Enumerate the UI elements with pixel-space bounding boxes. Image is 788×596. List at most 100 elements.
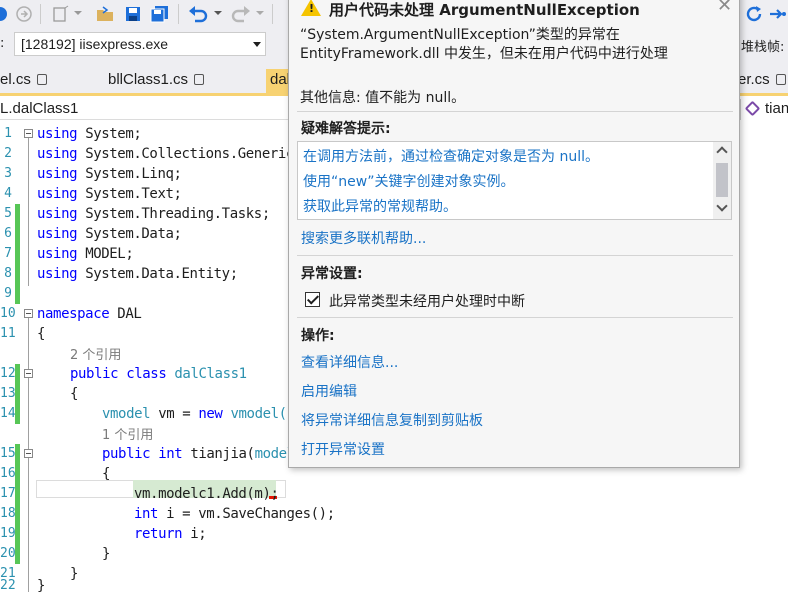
tab-label: bllClass1.cs <box>108 71 189 88</box>
keyword: return <box>134 526 183 542</box>
refresh-icon[interactable] <box>744 3 766 25</box>
undo-icon[interactable] <box>186 3 210 25</box>
lock-icon <box>194 74 205 85</box>
keyword: using <box>37 206 78 222</box>
line-number: 5 <box>4 206 12 221</box>
navigate-forward-icon[interactable] <box>14 3 34 25</box>
code-text: System; <box>85 126 142 142</box>
open-exception-settings-link[interactable]: 打开异常设置 <box>301 439 385 459</box>
type-navigator[interactable]: L.dalClass1 <box>0 100 78 117</box>
code-text: { <box>102 466 111 482</box>
tab-model[interactable]: el.cs <box>0 69 51 93</box>
line-number: 18 <box>0 506 16 521</box>
search-online-help-link[interactable]: 搜索更多联机帮助... <box>301 228 426 248</box>
step-icon[interactable] <box>768 3 788 25</box>
forward-icon[interactable] <box>0 3 12 25</box>
lock-icon <box>36 74 47 85</box>
save-icon[interactable] <box>122 3 144 25</box>
code-text: System.Data; <box>85 226 182 242</box>
tips-scrollbar[interactable] <box>713 142 731 219</box>
change-indicator <box>15 384 20 404</box>
type-name: vmodel <box>102 406 151 422</box>
line-number: 11 <box>0 326 16 341</box>
divider <box>297 317 733 318</box>
tip-general-help[interactable]: 获取此异常的常规帮助。 <box>303 196 457 216</box>
tip-use-new[interactable]: 使用“new”关键字创建对象实例。 <box>303 171 514 191</box>
scroll-thumb[interactable] <box>716 163 728 197</box>
collapse-icon[interactable] <box>24 129 33 138</box>
tab-bllclass1[interactable]: bllClass1.cs <box>104 69 208 93</box>
exception-title: 用户代码未处理 ArgumentNullException <box>329 1 640 19</box>
line-number: 9 <box>4 286 12 301</box>
code-text: i = vm.SaveChanges(); <box>166 506 335 522</box>
save-all-icon[interactable] <box>148 3 172 25</box>
code-text: i; <box>190 526 207 542</box>
line-number: 6 <box>4 226 12 241</box>
tip-check-null[interactable]: 在调用方法前，通过检查确定对象是否为 null。 <box>303 146 599 166</box>
view-details-link[interactable]: 查看详细信息... <box>301 352 398 372</box>
enable-editing-link[interactable]: 启用编辑 <box>301 381 357 401</box>
code-text: tianjia( <box>190 446 255 462</box>
change-indicator <box>15 364 20 384</box>
exception-helper-popup: ! 用户代码未处理 ArgumentNullException ✕ “Syste… <box>288 0 740 468</box>
line-number: 13 <box>0 386 16 401</box>
warning-mark: ! <box>309 2 315 15</box>
collapse-icon[interactable] <box>24 449 33 458</box>
undo-dropdown-icon[interactable] <box>212 3 224 25</box>
code-text: vm.modelc1.Add(m); <box>134 486 279 502</box>
line-number: 2 <box>4 146 12 161</box>
copy-details-link[interactable]: 将异常详细信息复制到剪贴板 <box>301 410 483 430</box>
code-text: System.Data.Entity; <box>85 266 238 282</box>
collapse-icon[interactable] <box>24 309 33 318</box>
redo-icon[interactable] <box>230 3 252 25</box>
change-indicator <box>15 524 20 544</box>
code-line: 22 } <box>0 576 788 596</box>
code-text: DAL <box>117 306 142 322</box>
divider <box>297 111 733 112</box>
break-when-unhandled-checkbox[interactable] <box>305 292 320 307</box>
process-dropdown[interactable]: [128192] iisexpress.exe <box>14 32 266 56</box>
line-number: 8 <box>4 266 12 281</box>
new-item-icon[interactable] <box>50 3 72 25</box>
class-name: dalClass1 <box>174 366 247 382</box>
code-line: 18 int i = vm.SaveChanges(); <box>0 504 788 524</box>
change-indicator <box>15 404 20 424</box>
exception-settings-header: 异常设置: <box>301 266 363 282</box>
new-dropdown-icon[interactable] <box>72 3 84 25</box>
close-icon[interactable]: ✕ <box>717 0 732 16</box>
line-number: 7 <box>4 246 12 261</box>
reference-count[interactable]: 2 个引用 <box>70 344 121 363</box>
keyword: using <box>37 226 78 242</box>
code-text: { <box>37 326 46 342</box>
reference-count[interactable]: 1 个引用 <box>102 424 153 443</box>
type-name: vmodel() <box>230 406 296 422</box>
tab-controller[interactable]: er.cs <box>734 69 788 93</box>
change-indicator <box>15 464 20 484</box>
code-text: System.Collections.Generic <box>85 146 294 162</box>
exception-message: “System.ArgumentNullException”类型的异常在 Ent… <box>300 27 668 62</box>
tab-label: er.cs <box>738 71 770 88</box>
tab-label: el.cs <box>0 71 31 88</box>
open-folder-icon[interactable] <box>94 3 116 25</box>
code-text: System.Threading.Tasks; <box>85 206 270 222</box>
line-number: 1 <box>4 126 12 141</box>
redo-dropdown-icon[interactable] <box>254 3 266 25</box>
collapse-icon[interactable] <box>24 369 33 378</box>
break-when-unhandled-label[interactable]: 此异常类型未经用户处理时中断 <box>329 291 525 311</box>
keyword: int <box>134 506 159 522</box>
additional-info: 其他信息: 值不能为 null。 <box>300 90 466 106</box>
scroll-down-icon[interactable] <box>716 200 728 212</box>
scroll-up-icon[interactable] <box>716 146 728 158</box>
code-text: { <box>70 386 79 402</box>
change-indicator <box>15 484 20 504</box>
line-number: 20 <box>0 546 16 561</box>
keyword: int <box>158 446 183 462</box>
keyword: using <box>37 126 78 142</box>
member-navigator[interactable]: tian <box>740 99 788 120</box>
troubleshooting-tips-list[interactable]: 在调用方法前，通过检查确定对象是否为 null。 使用“new”关键字创建对象实… <box>297 141 732 220</box>
change-indicator <box>15 204 20 224</box>
line-number: 4 <box>4 186 12 201</box>
line-number: 14 <box>0 406 16 421</box>
line-number: 10 <box>0 306 16 321</box>
keyword: using <box>37 246 78 262</box>
